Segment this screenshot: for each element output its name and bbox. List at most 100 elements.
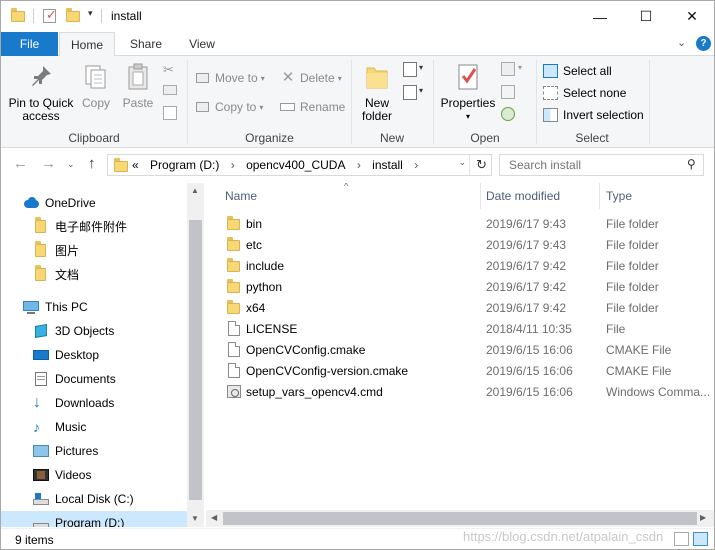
minimize-button[interactable]: — [577,1,623,32]
folder-icon [226,237,242,253]
close-button[interactable]: ✕ [669,1,715,32]
edit-icon[interactable] [501,85,515,99]
copy-to-button[interactable]: Copy to ▾ [195,97,263,117]
maximize-button[interactable]: ☐ [623,1,669,32]
properties-check-icon[interactable]: ✓ [42,7,58,24]
breadcrumb-separator[interactable]: › [231,158,235,172]
nav-item-documents-cn[interactable]: 文档 [33,262,79,286]
refresh-icon[interactable]: ↻ [476,157,487,173]
column-header-type[interactable]: Type [606,183,632,209]
file-type: File folder [606,259,659,273]
file-row[interactable]: python 2019/6/17 9:42 File folder [206,277,714,298]
address-dropdown-icon[interactable]: ⌄ [458,157,466,168]
tab-file[interactable]: File [1,32,58,56]
scroll-up-arrow-icon[interactable]: ▲ [191,186,199,195]
delete-x-icon: ✕ [281,69,295,86]
large-icons-view-icon[interactable] [693,532,708,546]
new-folder-icon [366,67,388,89]
nav-item-local-disk-c[interactable]: Local Disk (C:) [33,487,134,511]
search-icon[interactable]: ⚲ [687,157,696,171]
column-divider[interactable] [480,183,481,209]
tab-view[interactable]: View [179,32,225,56]
file-row[interactable]: etc 2019/6/17 9:43 File folder [206,235,714,256]
forward-arrow-icon[interactable]: → [41,155,56,172]
cut-icon[interactable]: ✂ [163,62,177,77]
customize-toolbar-dropdown-icon[interactable]: ▾ [88,8,93,19]
expand-ribbon-chevron-icon[interactable]: ⌄ [677,36,686,49]
delete-button[interactable]: ✕ Delete ▾ [280,68,342,88]
nav-item-this-pc[interactable]: This PC [23,295,88,319]
file-row[interactable]: bin 2019/6/17 9:43 File folder [206,214,714,235]
select-all-button[interactable]: Select all [543,61,612,81]
select-none-button[interactable]: Select none [543,83,626,103]
nav-item-onedrive[interactable]: OneDrive [23,191,96,215]
nav-item-3d-objects[interactable]: 3D Objects [33,319,114,343]
nav-item-music[interactable]: ♪ Music [33,415,86,439]
breadcrumb-separator[interactable]: › [414,158,418,172]
details-view-icon[interactable] [674,532,689,546]
file-list-horizontal-scrollbar[interactable]: ◀ ▶ [206,510,714,527]
breadcrumb-item-program-d[interactable]: Program (D:) [150,158,219,172]
breadcrumb-item-opencv400-cuda[interactable]: opencv400_CUDA [246,158,345,172]
move-to-button[interactable]: Move to ▾ [195,68,265,88]
nav-item-desktop[interactable]: Desktop [33,343,99,367]
nav-item-documents[interactable]: Documents [33,367,116,391]
nav-item-pictures-cn[interactable]: 图片 [33,238,79,262]
properties-button[interactable]: Properties ▾ [439,60,497,123]
search-input[interactable] [500,155,680,175]
nav-item-pictures[interactable]: Pictures [33,439,98,463]
new-item-dropdown-icon[interactable]: ▾ [419,63,423,72]
rename-button[interactable]: Rename [280,97,345,117]
paste-shortcut-icon[interactable] [163,106,177,120]
search-box[interactable]: ⚲ [499,154,704,176]
address-bar[interactable]: « Program (D:) › opencv400_CUDA › instal… [107,154,492,176]
open-dropdown-icon[interactable]: ▾ [518,63,522,72]
back-arrow-icon[interactable]: ← [13,155,28,172]
scrollbar-thumb[interactable] [223,512,697,525]
scroll-left-arrow-icon[interactable]: ◀ [211,513,217,522]
new-item-icon[interactable] [403,62,417,77]
recent-locations-dropdown-icon[interactable]: ⌄ [67,159,75,170]
new-folder-quick-icon[interactable] [65,8,81,24]
easy-access-dropdown-icon[interactable]: ▾ [419,86,423,95]
nav-item-downloads[interactable]: ↓ Downloads [33,391,114,415]
file-row[interactable]: setup_vars_opencv4.cmd 2019/6/15 16:06 W… [206,382,714,403]
breadcrumb-overflow[interactable]: « [132,158,139,172]
history-icon[interactable] [501,107,515,121]
nav-label-music: Music [55,420,87,434]
nav-item-program-d[interactable]: Program (D:) [1,511,187,527]
tab-home[interactable]: Home [59,32,115,57]
tab-share[interactable]: Share [123,32,169,56]
scrollbar-thumb[interactable] [189,220,202,500]
scroll-right-arrow-icon[interactable]: ▶ [700,513,706,522]
scroll-down-arrow-icon[interactable]: ▼ [191,514,199,523]
file-date: 2019/6/15 16:06 [486,343,573,357]
file-name: OpenCVConfig-version.cmake [246,364,409,378]
nav-item-videos[interactable]: Videos [33,463,91,487]
nav-item-email-attachments[interactable]: 电子邮件附件 [33,214,127,238]
copy-button[interactable]: Copy [78,60,114,110]
computer-icon [23,299,39,315]
breadcrumb-item-install[interactable]: install [372,158,403,172]
column-header-date-modified[interactable]: Date modified [486,183,560,209]
file-name: setup_vars_opencv4.cmd [246,385,383,399]
file-row[interactable]: LICENSE 2018/4/11 10:35 File [206,319,714,340]
up-arrow-icon[interactable]: ↑ [88,155,96,172]
file-row[interactable]: OpenCVConfig.cmake 2019/6/15 16:06 CMAKE… [206,340,714,361]
file-row[interactable]: OpenCVConfig-version.cmake 2019/6/15 16:… [206,361,714,382]
help-icon[interactable]: ? [696,36,711,51]
navigation-scrollbar[interactable]: ▲ ▼ [187,183,204,527]
column-header-name[interactable]: Name [225,183,257,209]
file-row[interactable]: include 2019/6/17 9:42 File folder [206,256,714,277]
paste-button[interactable]: Paste [119,60,157,110]
pin-to-quick-access-button[interactable]: Pin to Quick access [6,60,76,123]
file-row[interactable]: x64 2019/6/17 9:42 File folder [206,298,714,319]
open-icon[interactable] [501,62,515,76]
breadcrumb-separator[interactable]: › [357,158,361,172]
cube-icon [33,323,49,339]
copy-path-icon[interactable] [163,85,177,95]
easy-access-icon[interactable] [403,85,417,100]
new-folder-button[interactable]: New folder [357,60,397,123]
column-divider[interactable] [599,183,600,209]
invert-selection-button[interactable]: Invert selection [543,105,644,125]
